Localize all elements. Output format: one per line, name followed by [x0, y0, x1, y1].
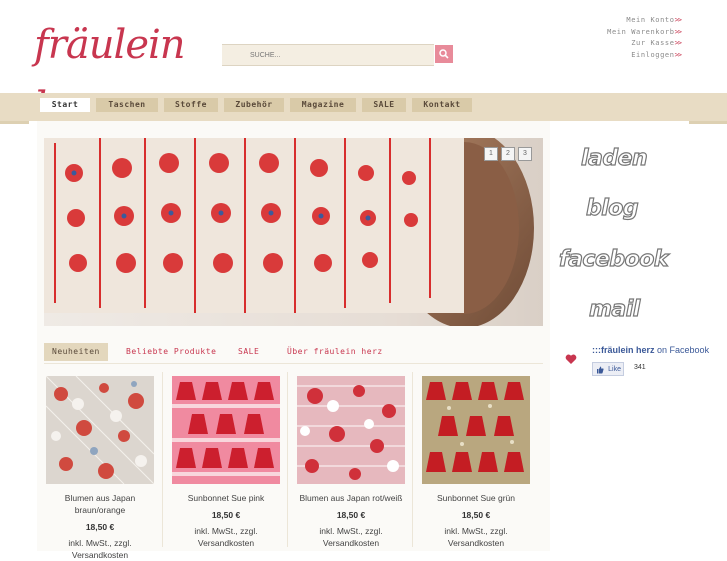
- slider-page-1[interactable]: 1: [484, 147, 498, 161]
- product-tax-note: inkl. MwSt., zzgl. Versandkosten: [444, 526, 508, 548]
- product-price: 18,50 €: [211, 510, 241, 520]
- product-card[interactable]: Blumen aus Japan rot/weiß 18,50 € inkl. …: [287, 372, 410, 552]
- tab-beliebte-produkte[interactable]: Beliebte Produkte: [126, 343, 216, 361]
- nav-item-stoffe[interactable]: Stoffe: [164, 98, 218, 112]
- product-price: 18,50 €: [461, 510, 491, 520]
- side-link-mail[interactable]: mail: [588, 296, 641, 322]
- product-divider: [162, 372, 163, 547]
- arrow-icon: >>: [674, 16, 683, 24]
- arrow-icon: >>: [674, 27, 683, 36]
- product-tabs: Neuheiten Beliebte Produkte SALE Über fr…: [44, 340, 543, 364]
- nav-item-kontakt[interactable]: Kontakt: [412, 98, 472, 112]
- product-image[interactable]: [297, 376, 405, 484]
- product-image[interactable]: [422, 376, 530, 484]
- facebook-like-count: 341: [634, 364, 646, 371]
- search-input[interactable]: [250, 48, 420, 62]
- product-name[interactable]: Blumen aus Japan braun/orange: [41, 492, 159, 516]
- account-link-login[interactable]: Einloggen>>: [607, 50, 683, 62]
- account-links: Mein Konto>> Mein Warenkorb>> Zur Kasse>…: [607, 15, 683, 62]
- tab-ueber-fraeulein-herz[interactable]: Über fräulein herz: [287, 343, 383, 361]
- tab-sale[interactable]: SALE: [238, 343, 259, 361]
- product-card[interactable]: Sunbonnet Sue pink 18,50 € inkl. MwSt., …: [162, 372, 285, 552]
- product-name[interactable]: Blumen aus Japan rot/weiß: [292, 492, 410, 504]
- search-box: [222, 44, 434, 66]
- tab-divider: [44, 363, 543, 364]
- product-image[interactable]: [172, 376, 280, 484]
- product-tax-note: inkl. MwSt., zzgl. Versandkosten: [68, 538, 132, 560]
- arrow-icon: >>: [674, 39, 683, 47]
- thumbs-up-icon: [597, 366, 604, 374]
- side-link-blog[interactable]: blog: [585, 195, 639, 221]
- product-price: 18,50 €: [85, 522, 115, 532]
- image-slider[interactable]: [44, 138, 543, 326]
- tab-neuheiten[interactable]: Neuheiten: [44, 343, 108, 361]
- side-link-facebook[interactable]: facebook: [558, 246, 669, 272]
- slider-page-2[interactable]: 2: [501, 147, 515, 161]
- search-button[interactable]: [435, 45, 453, 63]
- side-link-laden[interactable]: laden: [580, 145, 648, 171]
- ribbon-spool-image: [44, 138, 543, 326]
- product-card[interactable]: Blumen aus Japan braun/orange 18,50 € in…: [41, 372, 159, 560]
- product-name[interactable]: Sunbonnet Sue pink: [167, 492, 285, 504]
- nav-item-taschen[interactable]: Taschen: [96, 98, 158, 112]
- product-name[interactable]: Sunbonnet Sue grün: [417, 492, 535, 504]
- arrow-icon: >>: [674, 50, 683, 59]
- nav-item-start[interactable]: Start: [40, 98, 90, 112]
- product-divider: [287, 372, 288, 547]
- nav-item-zubehoer[interactable]: Zubehör: [224, 98, 284, 112]
- product-image[interactable]: [46, 376, 154, 484]
- product-tax-note: inkl. MwSt., zzgl. Versandkosten: [194, 526, 258, 548]
- site-logo[interactable]: fräulein herz: [34, 14, 204, 130]
- product-divider: [412, 372, 413, 547]
- heart-icon: [565, 354, 577, 364]
- account-link-cart[interactable]: Mein Warenkorb>>: [607, 27, 683, 39]
- account-link-checkout[interactable]: Zur Kasse>>: [607, 38, 683, 50]
- account-link-my-account[interactable]: Mein Konto>>: [607, 15, 683, 27]
- product-card[interactable]: Sunbonnet Sue grün 18,50 € inkl. MwSt., …: [412, 372, 535, 552]
- product-price: 18,50 €: [336, 510, 366, 520]
- facebook-page-title[interactable]: :::fräulein herz on Facebook: [592, 345, 709, 355]
- facebook-like-button[interactable]: Like: [592, 362, 624, 376]
- nav-item-magazine[interactable]: Magazine: [290, 98, 356, 112]
- main-nav: Start Taschen Stoffe Zubehör Magazine SA…: [0, 93, 727, 124]
- search-icon: [439, 49, 449, 59]
- nav-item-sale[interactable]: SALE: [362, 98, 406, 112]
- product-tax-note: inkl. MwSt., zzgl. Versandkosten: [319, 526, 383, 548]
- slider-page-3[interactable]: 3: [518, 147, 532, 161]
